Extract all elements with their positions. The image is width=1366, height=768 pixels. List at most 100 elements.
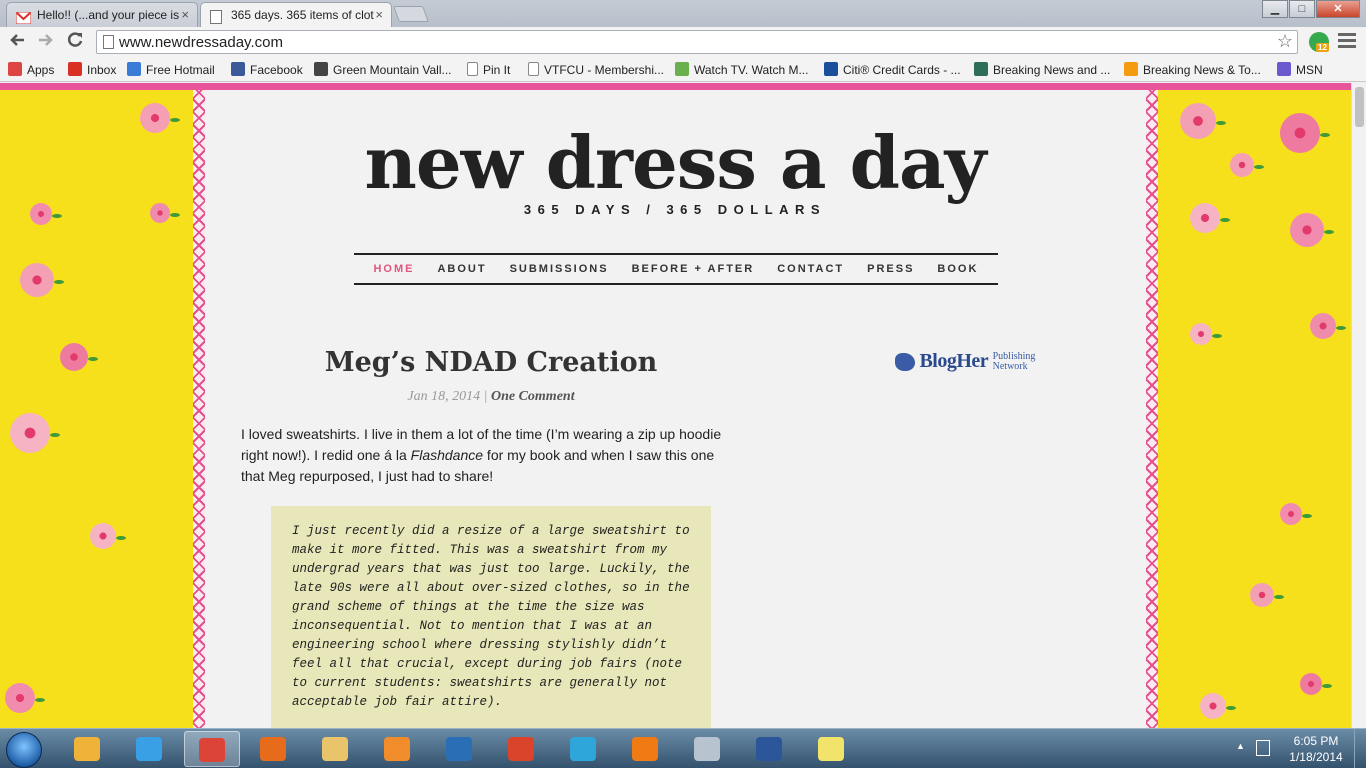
flower-decoration — [20, 263, 54, 297]
page-content: new dress a day 365 DAYS / 365 DOLLARS H… — [205, 90, 1146, 728]
tray-device-icon[interactable] — [1256, 740, 1270, 756]
bookmark-item[interactable]: Citi® Credit Cards - ... — [824, 61, 961, 79]
bookmark-item[interactable]: Watch TV. Watch M... — [675, 61, 808, 79]
taskbar-item[interactable] — [308, 731, 364, 767]
bookmark-star-icon[interactable]: ☆ — [1277, 31, 1293, 52]
outlook-icon — [74, 737, 100, 761]
maximize-button[interactable]: □ — [1289, 0, 1315, 18]
taskbar-item[interactable] — [122, 731, 178, 767]
bookmark-item[interactable]: VTFCU - Membershi... — [528, 61, 664, 79]
flower-decoration — [1200, 693, 1226, 719]
page-scrollbar[interactable] — [1351, 83, 1366, 728]
taskbar-item[interactable] — [184, 731, 240, 767]
office-upload-icon — [508, 737, 534, 761]
site-title[interactable]: new dress a day — [345, 118, 1005, 208]
bookmark-item[interactable]: Free Hotmail — [127, 61, 215, 79]
close-icon[interactable]: × — [375, 3, 383, 27]
bookmark-item[interactable]: MSN — [1277, 61, 1323, 79]
leaf-decoration — [1226, 706, 1236, 710]
leaf-decoration — [54, 280, 64, 284]
system-clock[interactable]: 6:05 PM 1/18/2014 — [1280, 733, 1352, 765]
tab-title: 365 days. 365 items of clot — [231, 8, 374, 22]
citi-icon — [824, 62, 838, 76]
taskbar-item[interactable] — [60, 731, 116, 767]
leaf-decoration — [170, 118, 180, 122]
nav-contact[interactable]: CONTACT — [777, 263, 844, 275]
nav-book[interactable]: BOOK — [937, 263, 978, 275]
comments-link[interactable]: One Comment — [491, 389, 575, 404]
bookmark-item[interactable]: Facebook — [231, 61, 303, 79]
reload-button[interactable] — [63, 31, 87, 55]
close-icon[interactable]: × — [181, 3, 189, 27]
bookmark-label: Breaking News & To... — [1143, 63, 1261, 77]
leaf-decoration — [1220, 218, 1230, 222]
tab-gmail[interactable]: Hello!! (...and your piece is × — [6, 2, 198, 27]
nav-about[interactable]: ABOUT — [437, 263, 486, 275]
forward-arrow-icon — [39, 34, 53, 46]
scrollbar-thumb[interactable] — [1355, 87, 1364, 127]
floral-background-left — [0, 90, 193, 728]
math-input-icon — [694, 737, 720, 761]
bookmark-item[interactable]: Apps — [8, 61, 54, 79]
page-icon — [103, 35, 114, 49]
blogher-logo[interactable]: BlogHer Publishing Network — [895, 350, 1035, 374]
taskbar-item[interactable] — [680, 731, 736, 767]
bookmark-label: Citi® Credit Cards - ... — [843, 63, 961, 77]
bookmark-label: VTFCU - Membershi... — [544, 63, 665, 77]
leaf-decoration — [170, 213, 180, 217]
close-window-button[interactable]: ✕ — [1316, 0, 1360, 18]
leaf-decoration — [88, 357, 98, 361]
forward-button[interactable] — [34, 31, 58, 55]
flower-decoration — [5, 683, 35, 713]
nav-press[interactable]: PRESS — [867, 263, 914, 275]
bookmark-item[interactable]: Pin It — [467, 61, 510, 79]
flower-decoration — [140, 103, 170, 133]
post-title[interactable]: Meg’s NDAD Creation — [241, 347, 741, 378]
taskbar-item[interactable] — [370, 731, 426, 767]
back-arrow-icon — [10, 34, 24, 46]
facebook-icon — [231, 62, 245, 76]
flower-decoration — [1250, 583, 1274, 607]
url-input[interactable] — [119, 33, 1259, 51]
minimize-button[interactable]: ▁ — [1262, 0, 1288, 18]
extension-badge: 12 — [1316, 43, 1329, 52]
post-date: Jan 18, 2014 — [407, 389, 481, 404]
zigzag-border-right — [1146, 90, 1158, 728]
address-bar[interactable]: ☆ — [96, 30, 1298, 54]
blogher-subtitle-line2: Network — [992, 360, 1028, 372]
new-tab-button[interactable] — [393, 6, 429, 22]
nav-submissions[interactable]: SUBMISSIONS — [510, 263, 609, 275]
tab-newdressaday[interactable]: 365 days. 365 items of clot × — [200, 2, 392, 27]
ed-icon — [314, 62, 328, 76]
nav-home[interactable]: HOME — [373, 263, 414, 275]
gmail-icon — [68, 62, 82, 76]
tray-expand-icon[interactable]: ▲ — [1236, 741, 1245, 751]
show-desktop-button[interactable] — [1354, 729, 1366, 768]
taskbar-item[interactable] — [432, 731, 488, 767]
taskbar-item[interactable] — [494, 731, 550, 767]
huffpost-icon — [974, 62, 988, 76]
page-icon — [210, 8, 225, 24]
zigzag-border-left — [193, 90, 205, 728]
bookmark-item[interactable]: Inbox — [68, 61, 116, 79]
taskbar-item[interactable] — [556, 731, 612, 767]
page-viewport: new dress a day 365 DAYS / 365 DOLLARS H… — [0, 83, 1351, 728]
taskbar-item[interactable] — [246, 731, 302, 767]
taskbar-item[interactable] — [742, 731, 798, 767]
bookmark-item[interactable]: Green Mountain Vall... — [314, 61, 452, 79]
bookmark-label: Pin It — [483, 63, 511, 77]
leaf-decoration — [1320, 133, 1330, 137]
bookmark-item[interactable]: Breaking News and ... — [974, 61, 1110, 79]
bookmark-item[interactable]: Breaking News & To... — [1124, 61, 1261, 79]
taskbar-item[interactable] — [804, 731, 860, 767]
back-button[interactable] — [5, 31, 29, 55]
start-button-icon[interactable] — [6, 732, 42, 768]
flower-decoration — [1190, 203, 1220, 233]
menu-icon[interactable] — [1338, 33, 1356, 51]
nav-before-after[interactable]: BEFORE + AFTER — [632, 263, 755, 275]
flower-decoration — [1290, 213, 1324, 247]
flower-decoration — [10, 413, 50, 453]
window-controls: ▁ □ ✕ — [1261, 0, 1360, 18]
bookmark-label: Watch TV. Watch M... — [694, 63, 809, 77]
taskbar-item[interactable] — [618, 731, 674, 767]
